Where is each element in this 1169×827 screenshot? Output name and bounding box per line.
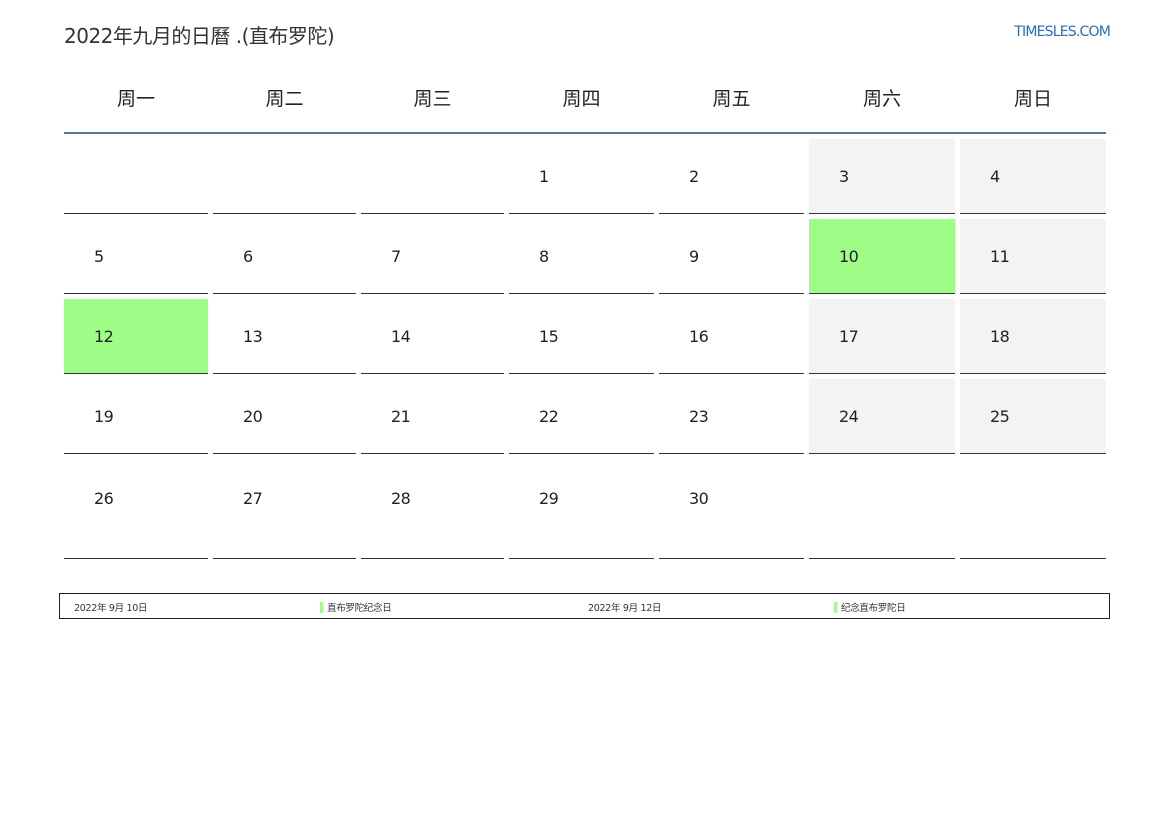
weekday-mon: 周一 <box>116 88 155 110</box>
legend-date: 2022年 9月 12日 <box>588 603 662 614</box>
day-cell-weekend: 4 <box>960 139 1106 214</box>
day-cell: 29 <box>509 459 654 559</box>
day-cell: 2 <box>659 139 804 214</box>
weekday-thu: 周四 <box>562 88 601 110</box>
day-number: 3 <box>839 167 849 186</box>
day-number: 22 <box>539 407 559 426</box>
day-cell-holiday: 10 <box>809 219 955 294</box>
week-row: 26 27 28 29 30 <box>64 459 1106 559</box>
day-cell-weekend: 11 <box>960 219 1106 294</box>
legend-marker <box>320 602 323 613</box>
week-row: 12 13 14 15 16 17 18 <box>64 299 1106 374</box>
day-cell: 15 <box>509 299 654 374</box>
legend-holiday-name: 直布罗陀纪念日 <box>327 603 392 614</box>
day-number: 30 <box>689 489 709 508</box>
day-cell: 6 <box>213 219 356 294</box>
day-number: 16 <box>689 327 709 346</box>
weeks: 1 2 3 4 5 6 7 8 9 10 11 12 13 14 15 16 1… <box>64 139 1106 559</box>
day-cell-holiday: 12 <box>64 299 208 374</box>
day-number: 7 <box>391 247 401 266</box>
day-cell: 9 <box>659 219 804 294</box>
day-number: 21 <box>391 407 411 426</box>
site-link[interactable]: TIMESLES.COM <box>1014 24 1111 40</box>
day-number: 15 <box>539 327 559 346</box>
day-cell-empty <box>361 139 504 214</box>
week-row: 5 6 7 8 9 10 11 <box>64 219 1106 294</box>
calendar-grid: 周一 周二 周三 周四 周五 周六 周日 1 2 3 4 5 6 7 8 9 1… <box>64 64 1106 564</box>
weekday-tue: 周二 <box>265 88 304 110</box>
day-number: 28 <box>391 489 411 508</box>
weekday-header-row: 周一 周二 周三 周四 周五 周六 周日 <box>64 64 1106 134</box>
day-cell-weekend: 3 <box>809 139 955 214</box>
day-number: 13 <box>243 327 263 346</box>
week-row: 1 2 3 4 <box>64 139 1106 214</box>
day-cell: 20 <box>213 379 356 454</box>
day-cell: 8 <box>509 219 654 294</box>
day-number: 11 <box>990 247 1010 266</box>
day-number: 29 <box>539 489 559 508</box>
day-cell: 30 <box>659 459 804 559</box>
legend-holiday-name: 纪念直布罗陀日 <box>841 603 906 614</box>
day-cell-weekend: 17 <box>809 299 955 374</box>
page-title: 2022年九月的日曆 .(直布罗陀) <box>64 24 335 48</box>
day-number: 1 <box>539 167 549 186</box>
day-number: 27 <box>243 489 263 508</box>
day-cell: 13 <box>213 299 356 374</box>
day-cell: 5 <box>64 219 208 294</box>
day-number: 9 <box>689 247 699 266</box>
day-number: 4 <box>990 167 1000 186</box>
day-cell: 1 <box>509 139 654 214</box>
day-cell: 14 <box>361 299 504 374</box>
day-cell-empty <box>960 459 1106 559</box>
day-number: 17 <box>839 327 859 346</box>
day-cell: 26 <box>64 459 208 559</box>
day-number: 8 <box>539 247 549 266</box>
day-number: 26 <box>94 489 114 508</box>
weekday-sat: 周六 <box>862 88 901 110</box>
day-cell-weekend: 25 <box>960 379 1106 454</box>
day-number: 24 <box>839 407 859 426</box>
day-cell: 22 <box>509 379 654 454</box>
day-number: 20 <box>243 407 263 426</box>
weekday-fri: 周五 <box>712 88 751 110</box>
day-cell-empty <box>809 459 955 559</box>
day-number: 12 <box>94 327 114 346</box>
legend-holiday: 纪念直布罗陀日 <box>834 600 906 614</box>
weekday-wed: 周三 <box>413 88 452 110</box>
legend-marker <box>834 602 837 613</box>
day-number: 19 <box>94 407 114 426</box>
day-number: 2 <box>689 167 699 186</box>
week-row: 19 20 21 22 23 24 25 <box>64 379 1106 454</box>
day-number: 25 <box>990 407 1010 426</box>
weekday-sun: 周日 <box>1013 88 1052 110</box>
day-cell: 19 <box>64 379 208 454</box>
day-cell: 28 <box>361 459 504 559</box>
day-number: 6 <box>243 247 253 266</box>
day-cell-weekend: 18 <box>960 299 1106 374</box>
day-cell-empty <box>64 139 208 214</box>
day-number: 18 <box>990 327 1010 346</box>
day-number: 10 <box>839 247 859 266</box>
day-cell-weekend: 24 <box>809 379 955 454</box>
holiday-legend: 2022年 9月 10日 直布罗陀纪念日 2022年 9月 12日 纪念直布罗陀… <box>59 593 1110 619</box>
day-cell: 7 <box>361 219 504 294</box>
day-number: 5 <box>94 247 104 266</box>
day-cell: 27 <box>213 459 356 559</box>
legend-holiday: 直布罗陀纪念日 <box>320 600 392 614</box>
day-number: 23 <box>689 407 709 426</box>
day-cell: 21 <box>361 379 504 454</box>
day-number: 14 <box>391 327 411 346</box>
legend-date: 2022年 9月 10日 <box>74 603 148 614</box>
day-cell-empty <box>213 139 356 214</box>
day-cell: 23 <box>659 379 804 454</box>
day-cell: 16 <box>659 299 804 374</box>
